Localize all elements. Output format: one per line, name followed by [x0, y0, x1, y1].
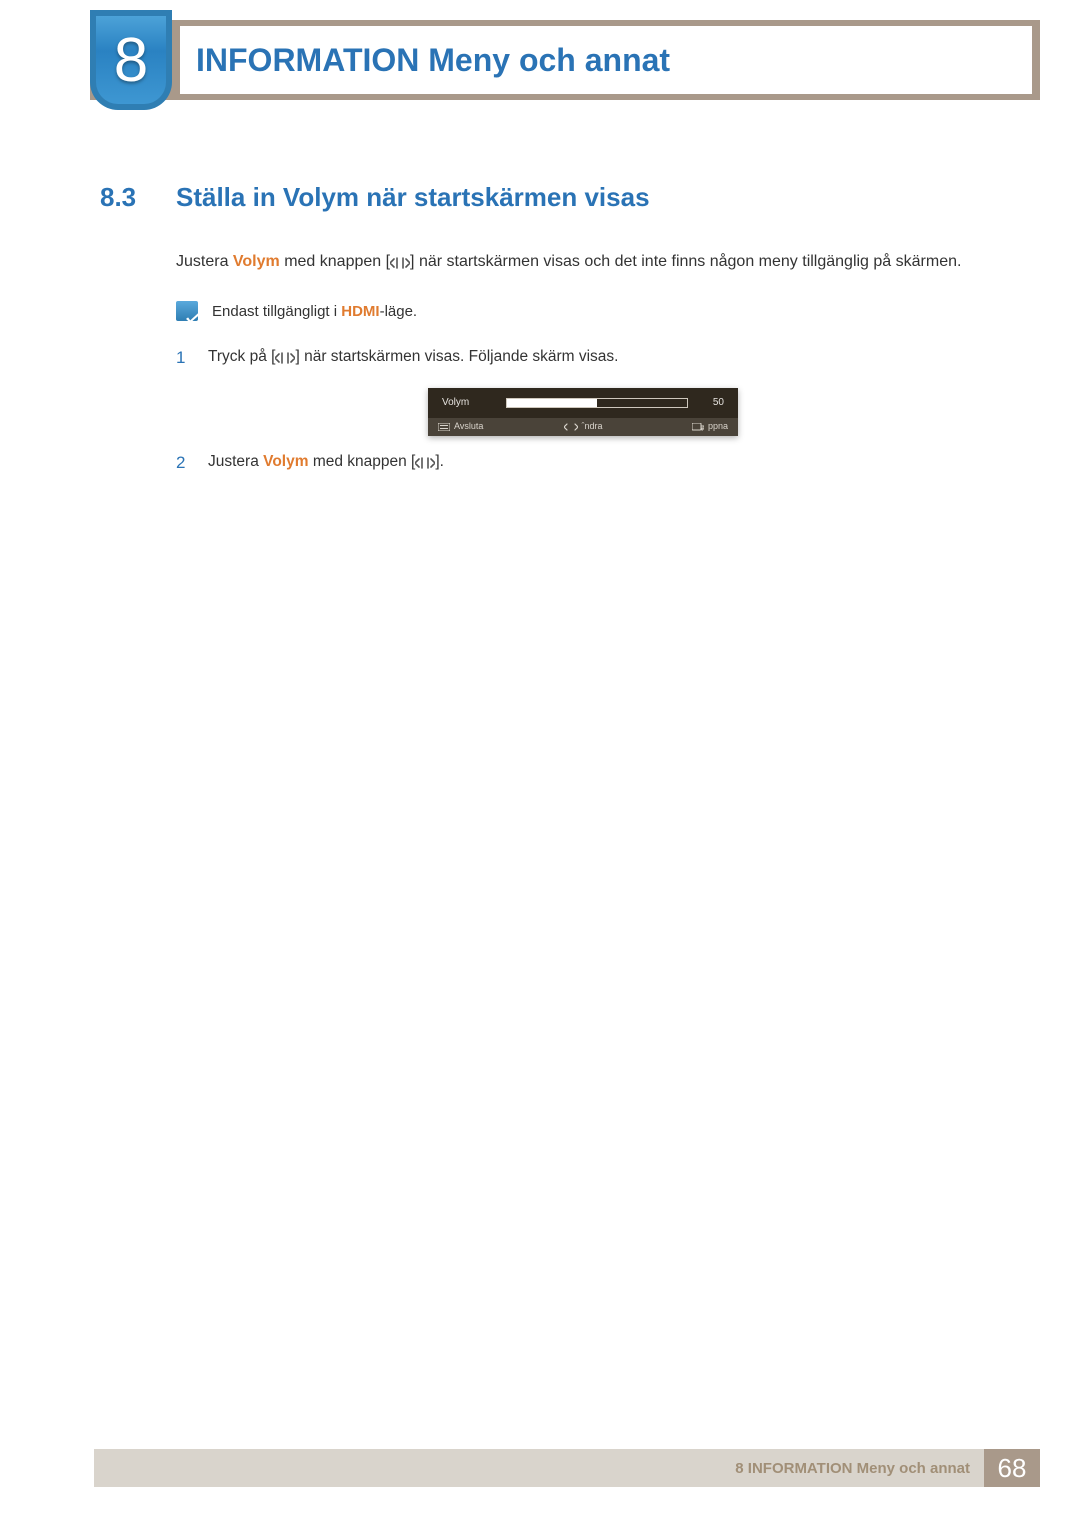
- volym-emph: Volym: [233, 253, 280, 270]
- leftright-icon: [415, 453, 435, 477]
- volym-emph: Volym: [263, 453, 308, 470]
- footer-text: 8 INFORMATION Meny och annat: [735, 1460, 984, 1477]
- step-1-number: 1: [176, 345, 194, 372]
- osd-open-group: ppna: [635, 420, 728, 434]
- content-area: Justera Volym med knappen [] när startsk…: [176, 250, 990, 493]
- section-heading: 8.3 Ställa in Volym när startskärmen vis…: [100, 182, 1010, 213]
- osd-figure: Volym 50 Avsluta ˆndra ppna: [176, 388, 990, 436]
- footer-page-number: 68: [984, 1449, 1040, 1487]
- footer-bar: 8 INFORMATION Meny och annat 68: [94, 1449, 1040, 1487]
- osd-volume-value: 50: [698, 395, 724, 411]
- intro-paragraph: Justera Volym med knappen [] när startsk…: [176, 250, 990, 278]
- section-number: 8.3: [100, 182, 152, 213]
- note-icon: [176, 301, 198, 321]
- osd-open-label: ppna: [708, 420, 728, 434]
- osd-volume-bar: [506, 398, 688, 408]
- leftright-icon: [275, 348, 295, 372]
- osd-bottom-row: Avsluta ˆndra ppna: [428, 418, 738, 436]
- note-text: Endast tillgängligt i HDMI-läge.: [212, 300, 417, 323]
- step-2-number: 2: [176, 450, 194, 477]
- step-2: 2 Justera Volym med knappen [].: [176, 450, 990, 477]
- osd-volume-fill: [507, 399, 597, 407]
- osd-exit-group: Avsluta: [438, 420, 531, 434]
- menu-icon: [438, 423, 450, 431]
- chapter-title: INFORMATION Meny och annat: [196, 42, 670, 79]
- osd-panel: Volym 50 Avsluta ˆndra ppna: [428, 388, 738, 436]
- step-1: 1 Tryck på [] när startskärmen visas. Fö…: [176, 345, 990, 372]
- note-row: Endast tillgängligt i HDMI-läge.: [176, 300, 990, 323]
- osd-exit-label: Avsluta: [454, 420, 483, 434]
- step-2-text: Justera Volym med knappen [].: [208, 450, 444, 477]
- section-title: Ställa in Volym när startskärmen visas: [176, 182, 650, 213]
- osd-adjust-label: ˆndra: [582, 420, 603, 434]
- osd-adjust-group: ˆndra: [537, 420, 630, 434]
- leftright-icon: [390, 253, 410, 278]
- chapter-title-box: INFORMATION Meny och annat: [180, 26, 1032, 94]
- hdmi-emph: HDMI: [341, 303, 379, 320]
- osd-volume-label: Volym: [442, 395, 496, 411]
- osd-top-row: Volym 50: [428, 388, 738, 418]
- leftright-arrows-icon: [564, 423, 578, 431]
- chapter-number: 8: [114, 25, 148, 96]
- step-1-text: Tryck på [] när startskärmen visas. Följ…: [208, 345, 619, 372]
- chapter-badge: 8: [90, 10, 172, 110]
- enter-icon: [692, 423, 704, 432]
